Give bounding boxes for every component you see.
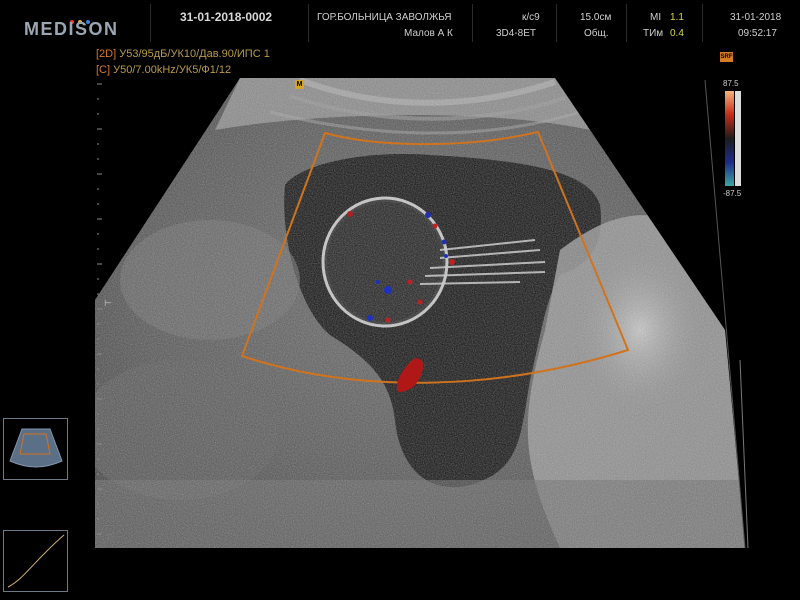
- param-2d-line: [2D] У53/95дБ/УК10/Дав.90/ИПС 1: [96, 48, 270, 60]
- probe-name: 3D4-8ET: [496, 28, 537, 39]
- hospital-name: ГОР.БОЛЬНИЦА ЗАВОЛЖЬЯ: [317, 12, 452, 23]
- scan-thumbnail[interactable]: [3, 418, 68, 480]
- param-color-tag: [C]: [96, 64, 111, 76]
- top-info-bar: MEDISON 31-01-2018-0002 ГОР.БОЛЬНИЦА ЗАВ…: [0, 0, 800, 46]
- focus-depth-icon[interactable]: ⊢: [104, 298, 112, 309]
- gain-curve-thumbnail[interactable]: [3, 530, 68, 592]
- operator-name: Малов А К: [404, 28, 453, 39]
- depth-label: 10: [106, 532, 115, 541]
- param-2d-tag: [2D]: [96, 48, 117, 60]
- brand-logo: MEDISON: [24, 19, 119, 39]
- tim-value: 0.4: [670, 28, 684, 39]
- color-bar-bottom-value: -87.5: [723, 189, 742, 198]
- ultrasound-image[interactable]: [0, 0, 800, 600]
- color-velocity-bar: [725, 91, 741, 186]
- ultrasound-screen: MEDISON 31-01-2018-0002 ГОР.БОЛЬНИЦА ЗАВ…: [0, 0, 800, 600]
- param-2d-values: У53/95дБ/УК10/Дав.90/ИПС 1: [119, 48, 270, 60]
- color-bar-top-value: 87.5: [723, 79, 739, 88]
- focus-marker[interactable]: M: [295, 80, 304, 89]
- preset-name: Общ.: [584, 28, 609, 39]
- depth-value: 15.0см: [580, 12, 612, 23]
- param-color-line: [C] У50/7.00kHz/УК5/Ф1/12: [96, 64, 231, 76]
- ks-value: к/с9: [522, 12, 540, 23]
- mi-value: 1.1: [670, 12, 684, 23]
- exam-date: 31-01-2018: [730, 12, 782, 23]
- param-color-values: У50/7.00kHz/УК5/Ф1/12: [113, 64, 232, 76]
- mi-label: MI: [650, 12, 662, 23]
- tim-label: ТИм: [643, 28, 664, 39]
- exam-time: 09:52:17: [738, 28, 777, 39]
- patient-id: 31-01-2018-0002: [180, 10, 273, 24]
- scan-fan: [95, 78, 745, 548]
- srf-badge: SRF: [720, 52, 733, 62]
